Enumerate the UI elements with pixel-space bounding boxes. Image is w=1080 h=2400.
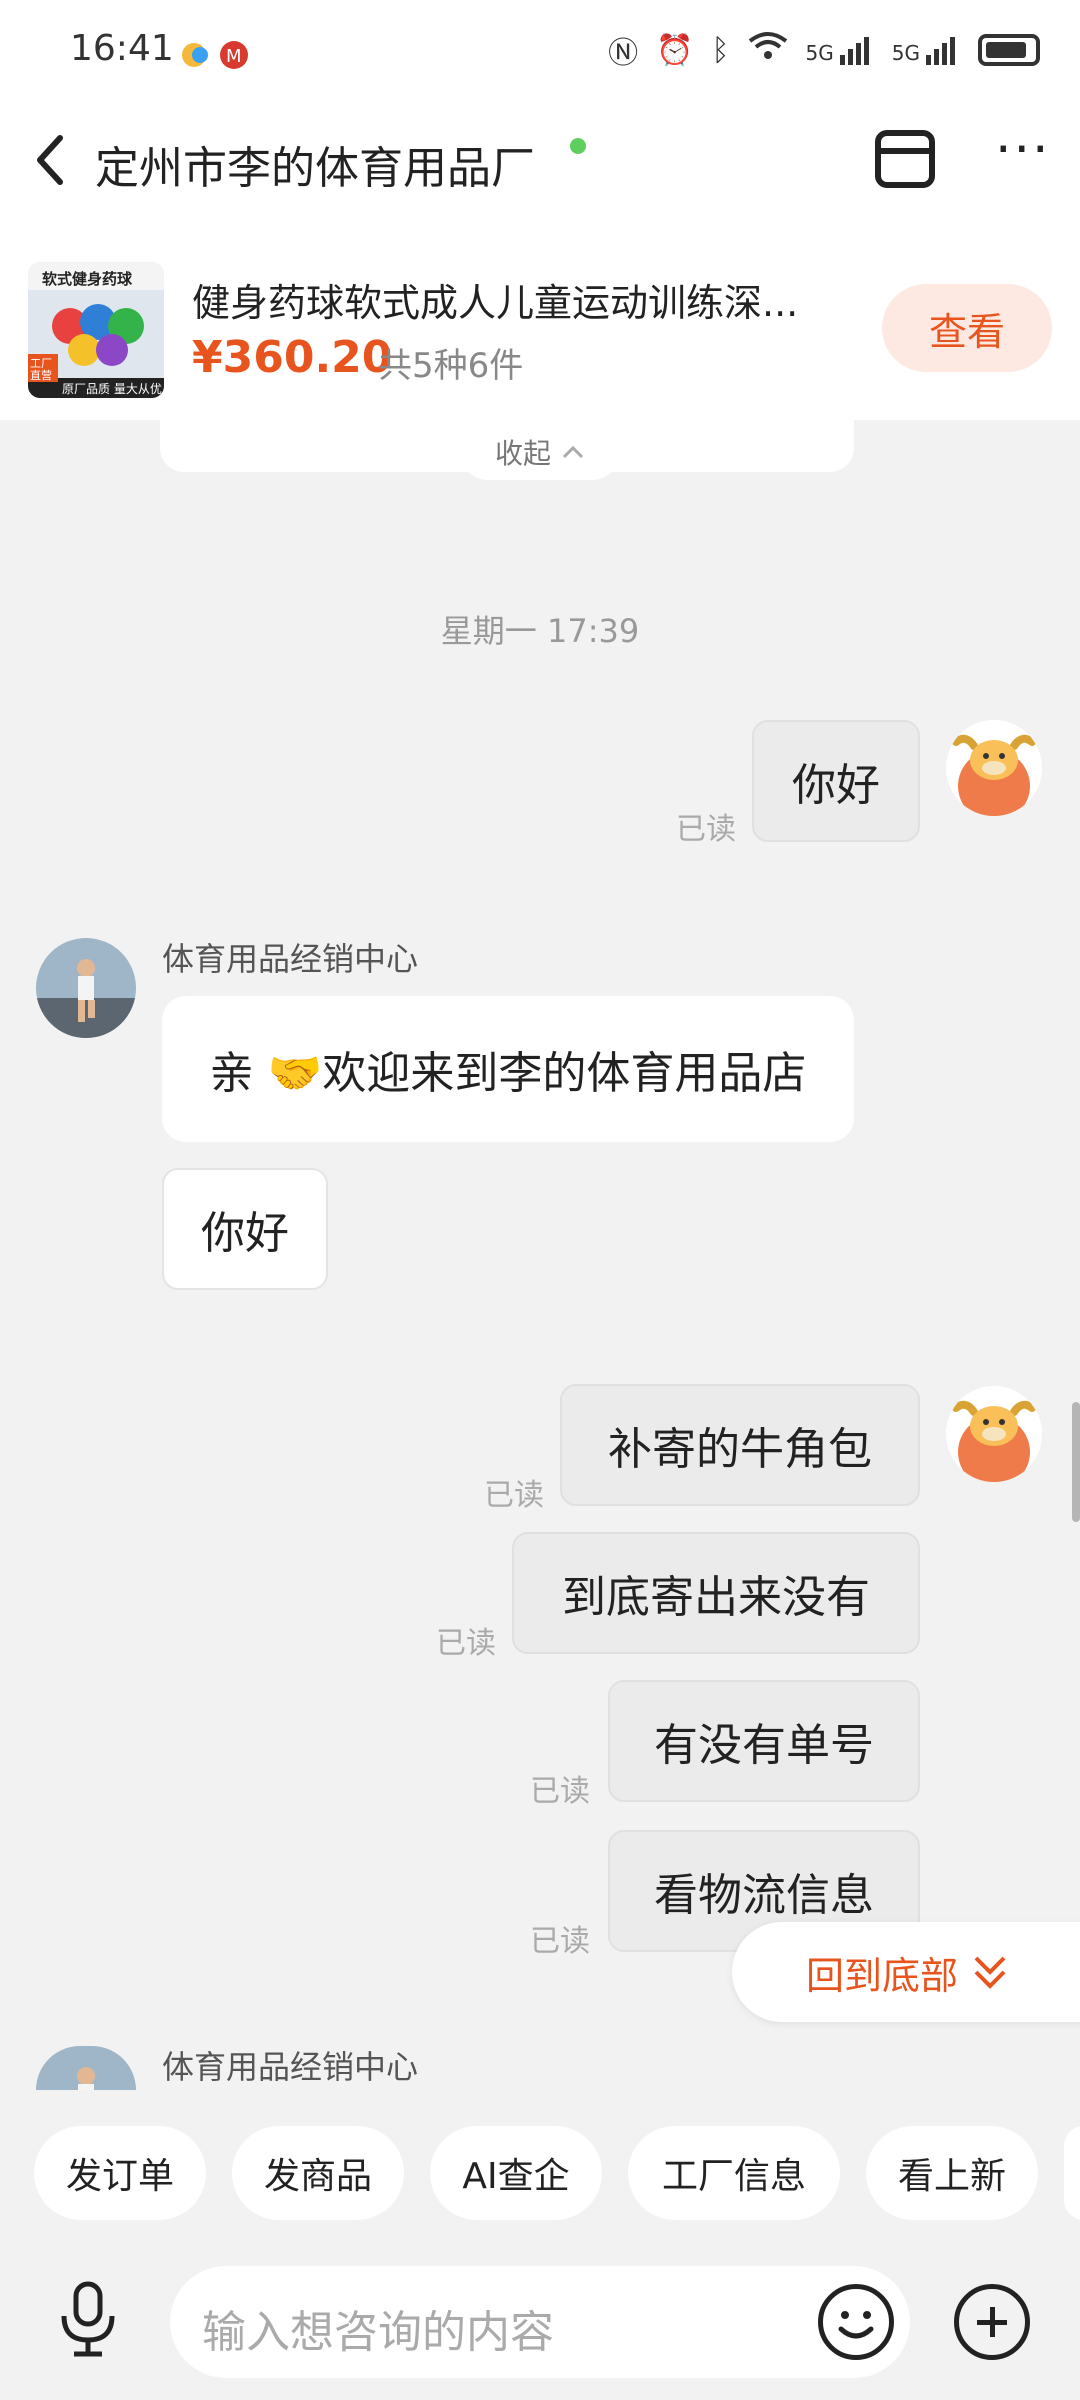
message-bubble-incoming[interactable]: 亲 🤝欢迎来到李的体育用品店 (162, 996, 854, 1142)
back-icon[interactable] (30, 130, 70, 204)
read-receipt: 已读 (484, 1478, 544, 1513)
product-title[interactable]: 健身药球软式成人儿童运动训练深... (192, 272, 852, 327)
product-price: ¥360.20 (192, 332, 393, 383)
message-bubble-outgoing[interactable]: 有没有单号 (608, 1680, 920, 1802)
more-icon[interactable]: ··· (995, 120, 1051, 180)
message-bubble-outgoing[interactable]: 到底寄出来没有 (512, 1532, 920, 1654)
emoji-icon[interactable] (818, 2284, 894, 2360)
quick-action-new-arrivals[interactable]: 看上新 (866, 2126, 1038, 2220)
store-icon[interactable] (875, 130, 935, 188)
message-bubble-outgoing[interactable]: 补寄的牛角包 (560, 1384, 920, 1506)
message-bubble-incoming[interactable]: 你好 (162, 1168, 328, 1290)
double-chevron-down-icon (974, 1956, 1006, 1989)
chevron-up-icon (562, 445, 584, 459)
quick-action-ai-check[interactable]: AI查企 (430, 2126, 602, 2220)
sender-name: 体育用品经销中心 (162, 2048, 419, 2086)
collapse-label: 收起 (494, 437, 551, 470)
avatar-me[interactable] (946, 1386, 1042, 1482)
collapse-button[interactable]: 收起 (460, 424, 620, 480)
read-receipt: 已读 (530, 1774, 590, 1809)
read-receipt: 已读 (436, 1626, 496, 1661)
shop-title[interactable]: 定州市李的体育用品厂 (95, 132, 535, 196)
product-thumbnail[interactable]: 软式健身药球 工厂直营 原厂品质 量大从优 (28, 262, 164, 398)
message-input-placeholder: 输入想咨询的内容 (202, 2307, 554, 2358)
read-receipt: 已读 (676, 812, 736, 847)
read-receipt: 已读 (530, 1924, 590, 1959)
view-button[interactable]: 查看 (882, 284, 1052, 372)
avatar-me[interactable] (946, 720, 1042, 816)
back-to-bottom-button[interactable]: 回到底部 (732, 1922, 1080, 2022)
network-label: 5G (805, 41, 834, 65)
message-timestamp: 星期一 17:39 (440, 612, 640, 650)
app-notification-icons: M (178, 38, 258, 76)
wifi-icon (748, 31, 788, 69)
battery-icon (978, 34, 1040, 66)
add-icon[interactable] (954, 2284, 1030, 2360)
quick-action-more[interactable] (1064, 2126, 1080, 2220)
nfc-icon: Ⓝ (608, 36, 639, 71)
signal-5g-icon: 5G (892, 35, 960, 65)
svg-text:M: M (226, 46, 242, 67)
avatar-seller[interactable] (36, 938, 136, 1038)
scrollbar[interactable] (1072, 1402, 1080, 1522)
thumb-caption: 原厂品质 量大从优 (62, 382, 162, 396)
product-count: 共5种6件 (378, 346, 524, 386)
message-bubble-outgoing[interactable]: 你好 (752, 720, 920, 842)
thumb-badge: 工厂直营 (30, 357, 52, 382)
status-time: 16:41 (70, 28, 174, 69)
signal-5g-icon: 5G (806, 35, 874, 65)
sender-name: 体育用品经销中心 (162, 940, 419, 978)
microphone-icon[interactable] (54, 2280, 122, 2364)
avatar-seller[interactable] (36, 2046, 136, 2090)
alarm-icon: ⏰ (656, 32, 694, 68)
online-status-dot (570, 138, 586, 154)
quick-action-send-order[interactable]: 发订单 (34, 2126, 206, 2220)
bluetooth-icon: ᛒ (711, 32, 730, 68)
quick-action-factory-info[interactable]: 工厂信息 (628, 2126, 840, 2220)
quick-action-send-product[interactable]: 发商品 (232, 2126, 404, 2220)
network-label: 5G (891, 41, 920, 65)
thumb-title: 软式健身药球 (42, 270, 133, 288)
status-icons: Ⓝ ⏰ ᛒ 5G 5G (608, 28, 1040, 72)
back-to-bottom-label: 回到底部 (806, 1953, 959, 1998)
